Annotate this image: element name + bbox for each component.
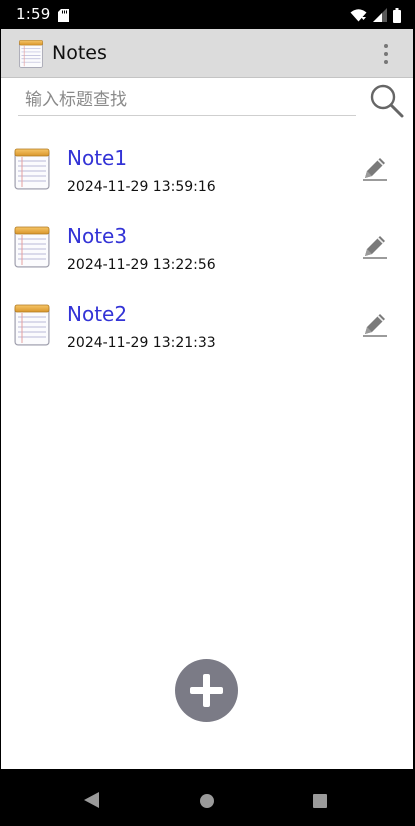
action-bar: Notes: [1, 29, 413, 78]
search-icon[interactable]: [369, 83, 405, 119]
status-bar: 1:59: [0, 0, 415, 29]
back-icon[interactable]: [84, 792, 99, 808]
menu-dot: [384, 44, 388, 48]
overflow-menu-icon[interactable]: [381, 42, 391, 66]
note-list: Note1 2024-11-29 13:59:16 Note3 2024-11-…: [1, 137, 413, 371]
note-date: 2024-11-29 13:22:56: [67, 257, 216, 273]
edit-pencil-icon[interactable]: [360, 309, 390, 339]
notepad-icon: [17, 39, 45, 69]
note-list-item[interactable]: Note3 2024-11-29 13:22:56: [1, 215, 413, 293]
sd-card-icon: [58, 9, 69, 22]
home-icon[interactable]: [200, 794, 214, 808]
notepad-icon: [13, 303, 51, 347]
status-icons: [350, 7, 401, 23]
note-list-item[interactable]: Note1 2024-11-29 13:59:16: [1, 137, 413, 215]
navigation-bar: [0, 769, 415, 826]
menu-dot: [384, 52, 388, 56]
battery-icon: [393, 7, 401, 23]
note-date: 2024-11-29 13:59:16: [67, 179, 216, 195]
notepad-icon: [13, 225, 51, 269]
recents-icon[interactable]: [313, 794, 327, 808]
note-title: Note1: [67, 146, 128, 170]
wifi-icon: [350, 9, 367, 22]
add-note-button[interactable]: [175, 659, 238, 722]
notepad-icon: [13, 147, 51, 191]
app-window: Notes Note1 2024-11-29 13:59:16: [1, 29, 413, 769]
note-date: 2024-11-29 13:21:33: [67, 335, 216, 351]
search-input[interactable]: [18, 84, 356, 116]
note-title: Note2: [67, 302, 128, 326]
edit-pencil-icon[interactable]: [360, 231, 390, 261]
menu-dot: [384, 60, 388, 64]
phone-screen: 1:59 Notes 输入标题查找 Note1 2024-11-29 13:59…: [0, 0, 415, 826]
edit-pencil-icon[interactable]: [360, 153, 390, 183]
status-time: 1:59: [16, 5, 51, 23]
signal-icon: [373, 8, 387, 22]
note-list-item[interactable]: Note2 2024-11-29 13:21:33: [1, 293, 413, 371]
app-title: Notes: [52, 42, 107, 64]
note-title: Note3: [67, 224, 128, 248]
